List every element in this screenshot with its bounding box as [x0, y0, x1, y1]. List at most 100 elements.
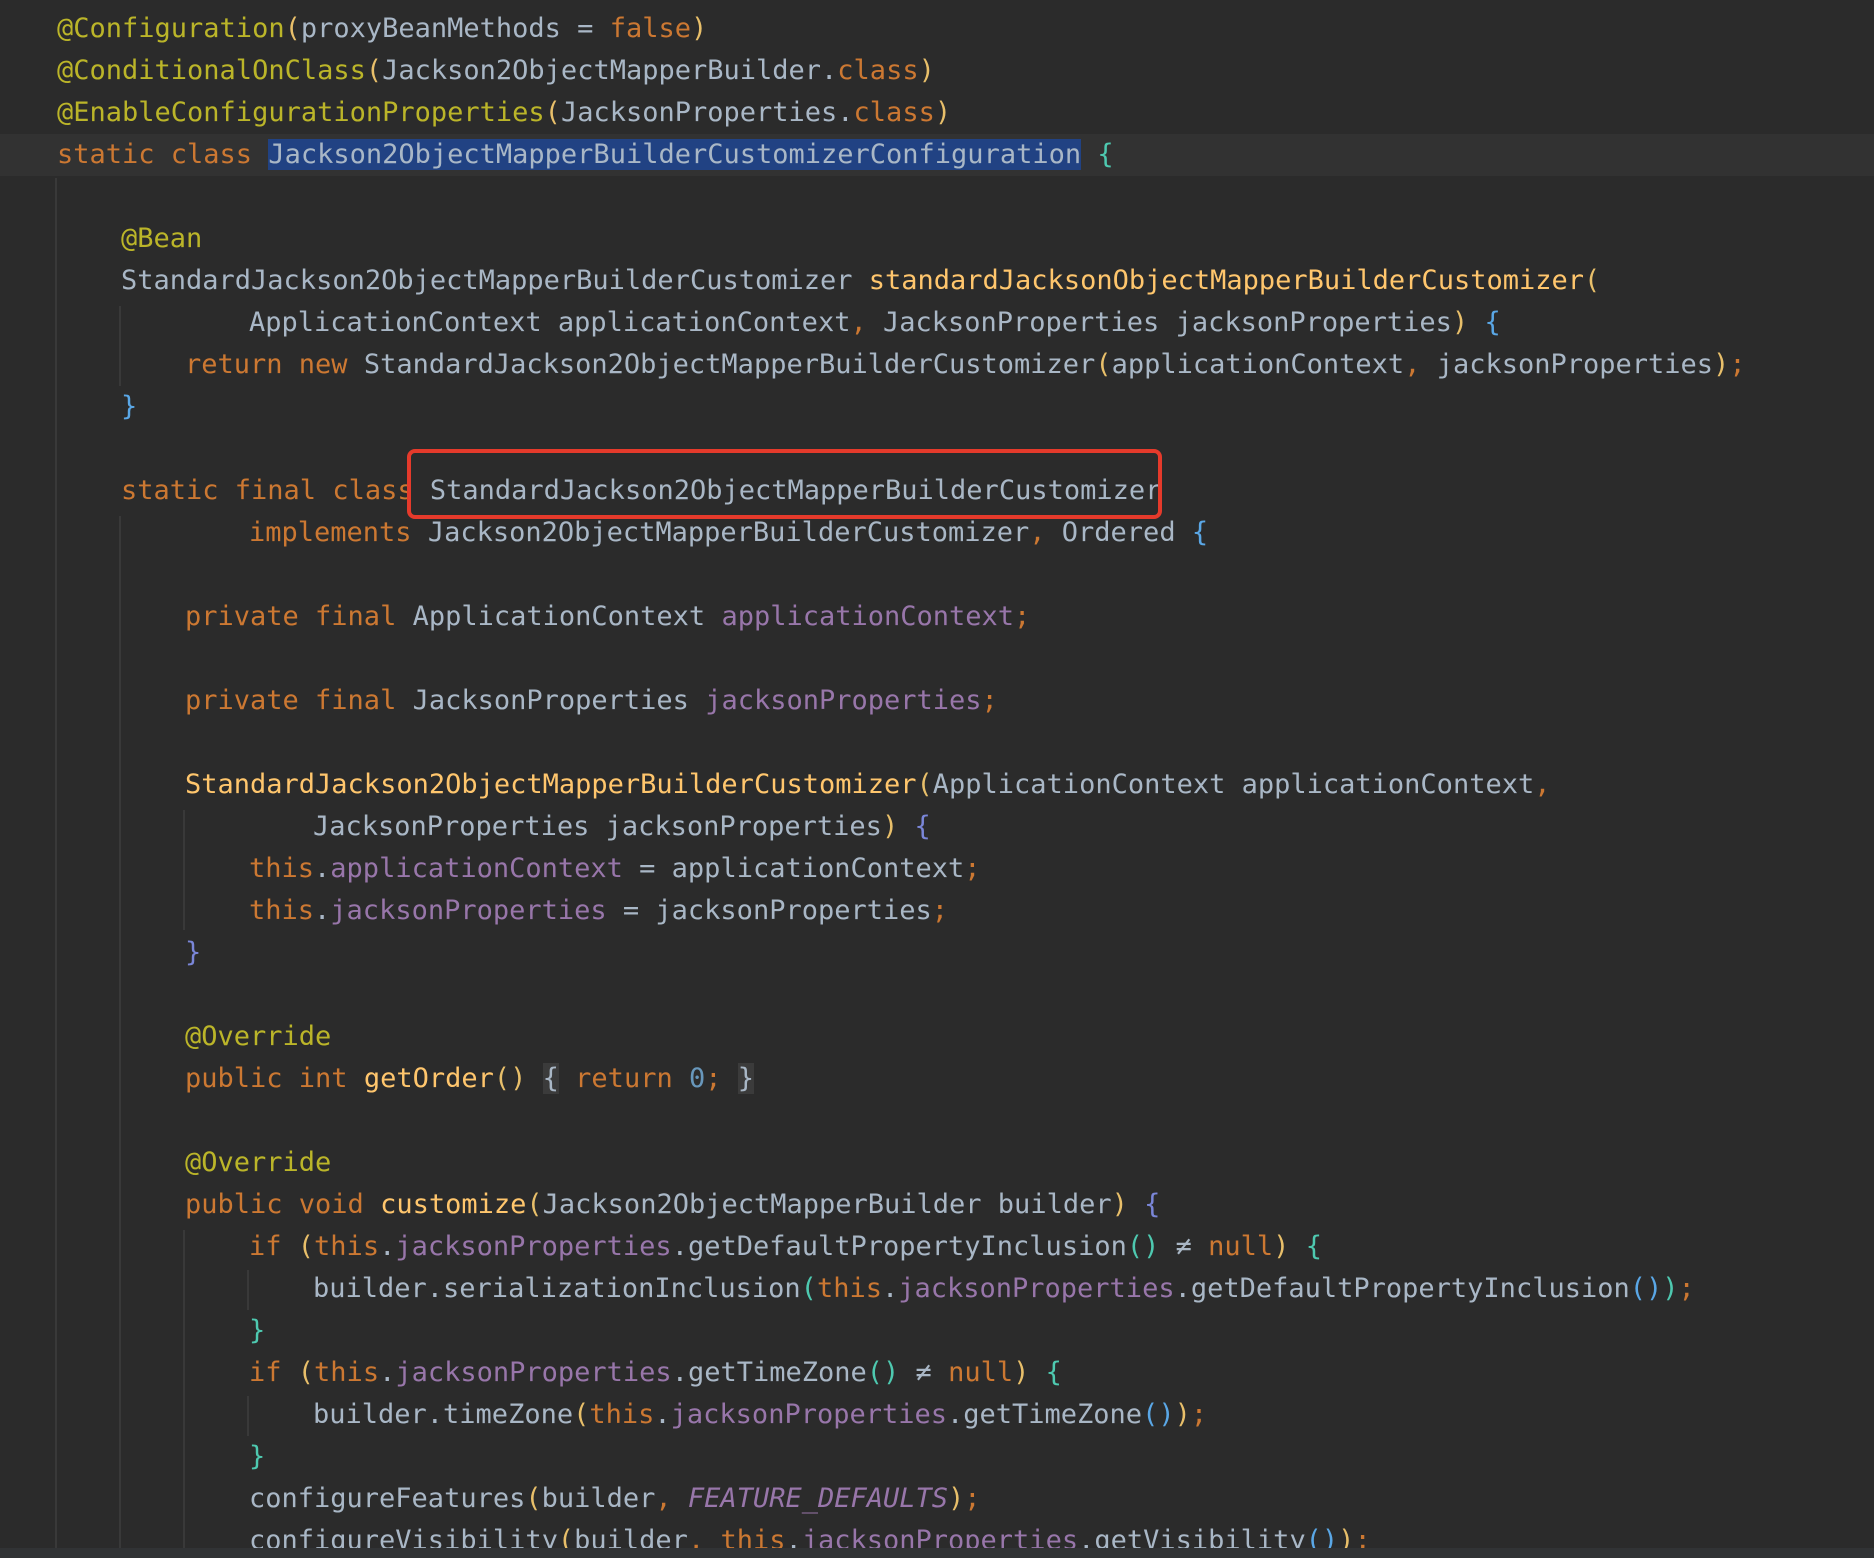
brace: } [121, 391, 138, 422]
code-line[interactable]: public int getOrder() { return 0; } [0, 1058, 1874, 1100]
dot: . [314, 853, 331, 884]
field: applicationContext [330, 853, 623, 884]
assignment: = jacksonProperties [606, 895, 932, 926]
brace: { [1097, 139, 1114, 170]
code-line[interactable]: StandardJackson2ObjectMapperBuilderCusto… [0, 764, 1874, 806]
brace: } [249, 1315, 266, 1346]
keyword: return [575, 1063, 689, 1094]
code-editor[interactable]: @Configuration(proxyBeanMethods = false)… [0, 0, 1874, 1558]
annotation: @Configuration [57, 13, 285, 44]
paren: ) [690, 13, 708, 44]
assignment: = applicationContext [622, 853, 965, 884]
selected-class-name[interactable]: Jackson2ObjectMapperBuilderCustomizerCon… [268, 139, 1082, 170]
code-line[interactable]: if (this.jacksonProperties.getTimeZone()… [0, 1352, 1874, 1394]
code-line[interactable]: } [0, 932, 1874, 974]
folded-brace-open[interactable]: { [542, 1063, 559, 1094]
comma: , [850, 307, 883, 338]
param: Jackson2ObjectMapperBuilder builder [542, 1189, 1112, 1220]
paren: ( [284, 13, 301, 44]
type-name: JacksonProperties [412, 685, 706, 716]
param: ApplicationContext applicationContext [932, 769, 1535, 800]
field: jacksonProperties [705, 685, 982, 716]
code-line[interactable]: @Override [0, 1142, 1874, 1184]
code-line[interactable]: @ConditionalOnClass(Jackson2ObjectMapper… [0, 50, 1874, 92]
semicolon: ; [964, 1483, 981, 1514]
code-line[interactable]: } [0, 1436, 1874, 1478]
keyword: this [249, 895, 315, 926]
keyword: private final [185, 685, 413, 716]
current-line[interactable]: static class Jackson2ObjectMapperBuilder… [0, 134, 1874, 176]
keyword: if [249, 1357, 298, 1388]
type-name: StandardJackson2ObjectMapperBuilderCusto… [121, 265, 869, 296]
code-line[interactable]: ApplicationContext applicationContext, J… [0, 302, 1874, 344]
method-call: builder.timeZone [313, 1399, 574, 1430]
semicolon: ; [1014, 601, 1031, 632]
semicolon: ; [1190, 1399, 1208, 1430]
semicolon: ; [964, 853, 981, 884]
code-line[interactable]: @Configuration(proxyBeanMethods = false) [0, 8, 1874, 50]
keyword: class [853, 97, 935, 128]
constant: FEATURE_DEFAULTS [687, 1483, 949, 1514]
code-line[interactable]: public void customize(Jackson2ObjectMapp… [0, 1184, 1874, 1226]
paren: ) [1662, 1273, 1679, 1304]
paren: ( [526, 1189, 543, 1220]
type-name: StandardJackson2ObjectMapperBuilderCusto… [363, 349, 1096, 380]
code-line[interactable]: } [0, 1310, 1874, 1352]
semicolon: ; [1678, 1273, 1695, 1304]
red-highlight-box [407, 449, 1162, 519]
paren: ( [297, 1357, 315, 1388]
type-name: Jackson2ObjectMapperBuilder [382, 55, 822, 86]
dot: . [379, 1231, 396, 1262]
code-line[interactable]: @Override [0, 1016, 1874, 1058]
code-line[interactable]: private final JacksonProperties jacksonP… [0, 680, 1874, 722]
code-line[interactable]: builder.serializationInclusion(this.jack… [0, 1268, 1874, 1310]
brace: { [1045, 1357, 1062, 1388]
param: ApplicationContext applicationContext [249, 307, 851, 338]
brace: { [1144, 1189, 1161, 1220]
paren: ( [544, 97, 561, 128]
code-line[interactable]: if (this.jacksonProperties.getDefaultPro… [0, 1226, 1874, 1268]
type-name: JacksonProperties [560, 97, 838, 128]
keyword: null [1208, 1231, 1274, 1262]
keyword: this [314, 1231, 380, 1262]
keyword: false [609, 13, 691, 44]
code-line[interactable]: } [0, 386, 1874, 428]
keyword: if [249, 1231, 298, 1262]
field: jacksonProperties [330, 895, 607, 926]
paren: ) [918, 55, 935, 86]
paren: () [1142, 1399, 1175, 1430]
code-line[interactable]: this.applicationContext = applicationCon… [0, 848, 1874, 890]
constructor-name: StandardJackson2ObjectMapperBuilderCusto… [185, 769, 917, 800]
method-call: .getDefaultPropertyInclusion [671, 1231, 1127, 1262]
paren: () [1126, 1231, 1160, 1262]
code-line[interactable]: @Bean [0, 218, 1874, 260]
code-line[interactable]: return new StandardJackson2ObjectMapperB… [0, 344, 1874, 386]
code-line[interactable]: JacksonProperties jacksonProperties) { [0, 806, 1874, 848]
code-line[interactable]: this.jacksonProperties = jacksonProperti… [0, 890, 1874, 932]
code-line[interactable]: StandardJackson2ObjectMapperBuilderCusto… [0, 260, 1874, 302]
code-line[interactable]: @EnableConfigurationProperties(JacksonPr… [0, 92, 1874, 134]
paren: ) [881, 811, 899, 842]
keyword: null [948, 1357, 1014, 1388]
method-call: builder.serializationInclusion [313, 1273, 801, 1304]
code-line[interactable]: builder.timeZone(this.jacksonProperties.… [0, 1394, 1874, 1436]
comma: , [1534, 769, 1551, 800]
keyword: public int [185, 1063, 364, 1094]
dot: . [314, 895, 331, 926]
paren: ) [1013, 1357, 1030, 1388]
type-name: Jackson2ObjectMapperBuilderCustomizer [427, 517, 1030, 548]
method-call: .getDefaultPropertyInclusion [1174, 1273, 1630, 1304]
code-line[interactable]: configureFeatures(builder, FEATURE_DEFAU… [0, 1478, 1874, 1520]
folded-brace-close[interactable]: } [737, 1063, 755, 1094]
paren: ( [525, 1483, 542, 1514]
method-name: standardJacksonObjectMapperBuilderCustom… [868, 265, 1584, 296]
keyword: static class [57, 139, 269, 170]
horizontal-scrollbar[interactable] [0, 1548, 1874, 1558]
code-line[interactable]: private final ApplicationContext applica… [0, 596, 1874, 638]
